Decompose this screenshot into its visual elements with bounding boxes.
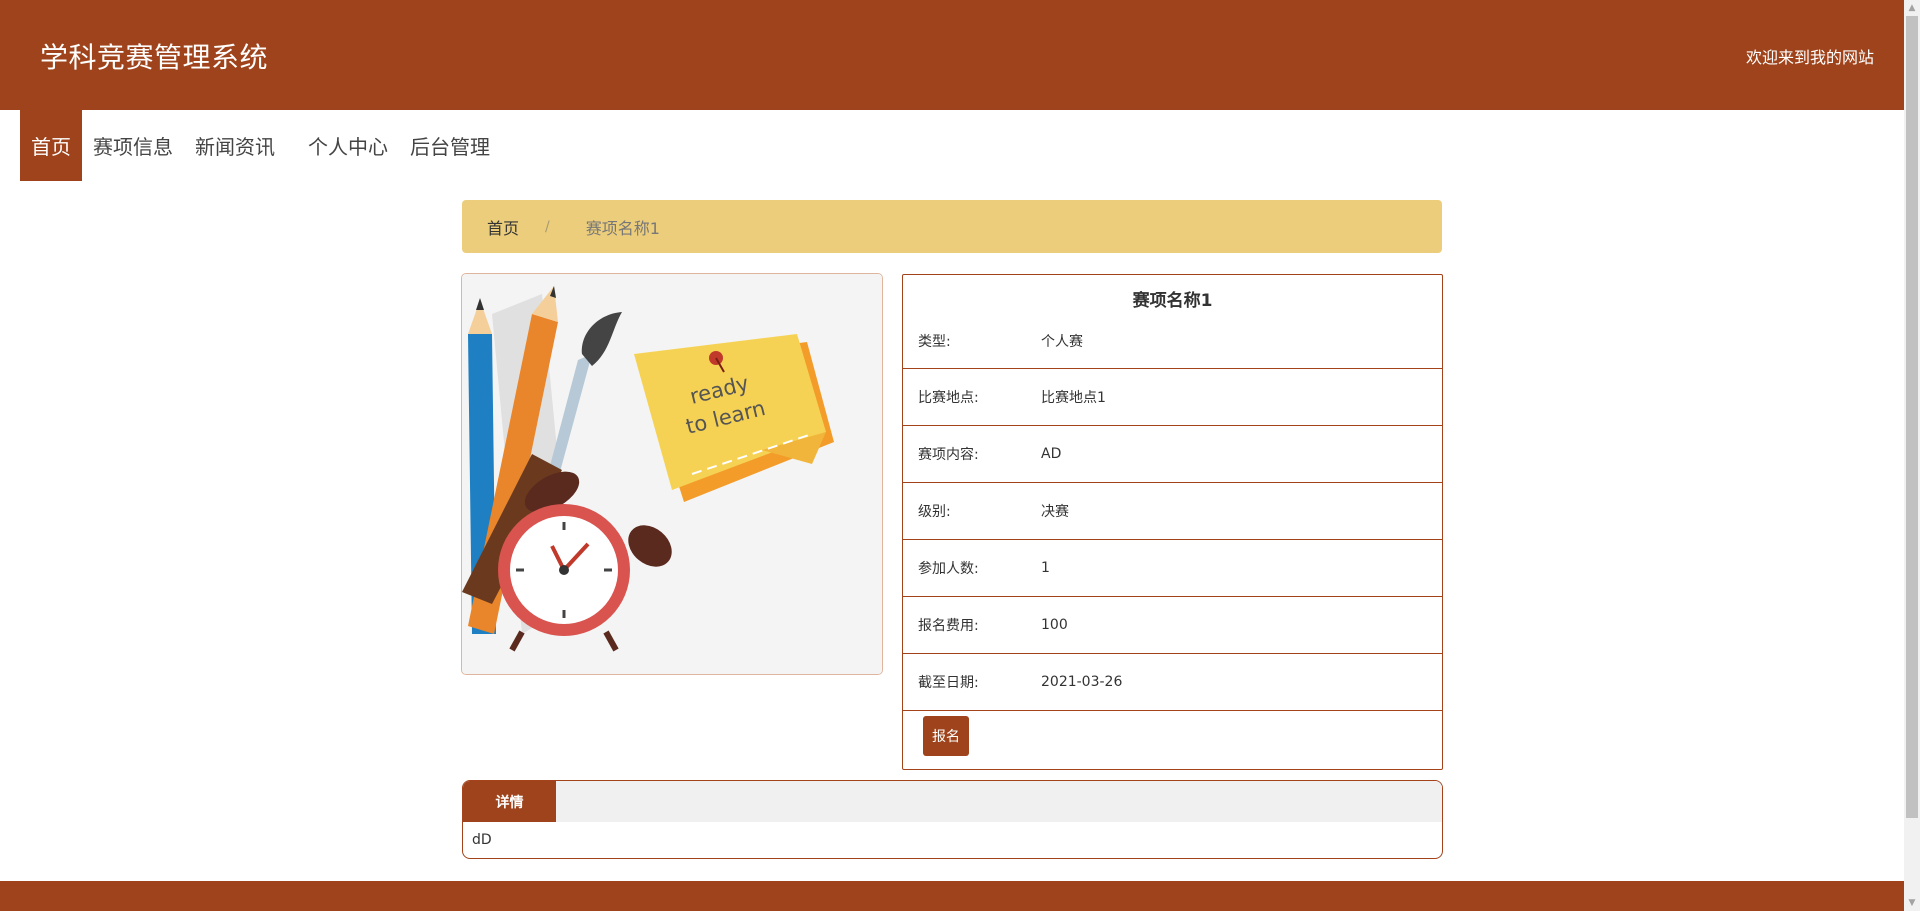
info-value-deadline: 2021-03-26: [1041, 674, 1123, 690]
info-value-type: 个人赛: [1041, 334, 1083, 350]
info-label-fee: 报名费用:: [918, 618, 979, 634]
scroll-down-icon[interactable]: ▼: [1904, 895, 1920, 911]
details-tab-bar: 详情: [463, 781, 1442, 822]
details-content: dD: [472, 832, 492, 848]
info-value-content: AD: [1041, 446, 1062, 462]
info-row-location: 比赛地点: 比赛地点1: [903, 369, 1442, 426]
info-label-deadline: 截至日期:: [918, 675, 979, 691]
vertical-scrollbar[interactable]: ▲ ▼: [1904, 0, 1920, 911]
breadcrumb: 首页 / 赛项名称1: [462, 200, 1442, 253]
nav-item-home[interactable]: 首页: [20, 110, 82, 181]
ready-to-learn-illustration: ready to learn: [462, 274, 882, 674]
nav-item-news[interactable]: 新闻资讯: [184, 110, 286, 181]
info-row-fee: 报名费用: 100: [903, 597, 1442, 654]
nav-item-admin[interactable]: 后台管理: [399, 110, 501, 181]
site-title: 学科竞赛管理系统: [40, 41, 269, 74]
breadcrumb-separator: /: [545, 218, 550, 235]
info-label-participants: 参加人数:: [918, 561, 979, 577]
main-nav: 首页 赛项信息 新闻资讯 个人中心 后台管理: [20, 110, 501, 181]
scrollbar-thumb[interactable]: [1906, 16, 1918, 818]
competition-name: 赛项名称1: [1132, 291, 1213, 311]
signup-button[interactable]: 报名: [923, 715, 969, 756]
welcome-text: 欢迎来到我的网站: [1745, 48, 1874, 67]
info-row-type: 类型: 个人赛: [903, 322, 1442, 369]
breadcrumb-home-link[interactable]: 首页: [487, 215, 519, 239]
site-footer: [0, 881, 1904, 911]
competition-info-table: 赛项名称1 类型: 个人赛 比赛地点: 比赛地点1 赛项内容: AD 级别: 决…: [902, 274, 1443, 770]
competition-image: ready to learn: [461, 273, 883, 675]
info-row-level: 级别: 决赛: [903, 483, 1442, 540]
nav-item-competitions[interactable]: 赛项信息: [82, 110, 184, 181]
info-row-content: 赛项内容: AD: [903, 426, 1442, 483]
info-label-content: 赛项内容:: [918, 447, 979, 463]
info-value-fee: 100: [1041, 617, 1068, 633]
info-label-location: 比赛地点:: [918, 390, 979, 406]
info-value-participants: 1: [1041, 560, 1050, 576]
info-label-level: 级别:: [918, 504, 951, 520]
tab-details[interactable]: 详情: [463, 781, 556, 822]
info-value-level: 决赛: [1041, 504, 1069, 520]
info-action-row: 报名: [903, 711, 1442, 760]
scroll-up-icon[interactable]: ▲: [1904, 0, 1920, 16]
info-row-participants: 参加人数: 1: [903, 540, 1442, 597]
info-label-type: 类型:: [918, 334, 951, 350]
breadcrumb-current: 赛项名称1: [585, 218, 660, 238]
info-row-deadline: 截至日期: 2021-03-26: [903, 654, 1442, 711]
nav-item-profile[interactable]: 个人中心: [286, 110, 399, 181]
info-value-location: 比赛地点1: [1041, 390, 1106, 406]
details-panel: 详情 dD: [462, 780, 1443, 859]
site-header: 学科竞赛管理系统 欢迎来到我的网站: [0, 0, 1904, 110]
